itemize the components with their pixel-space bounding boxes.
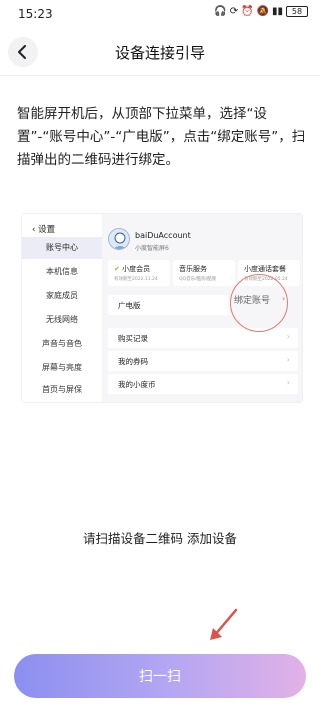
account-name: baiDuAccount [135, 231, 191, 240]
scan-hint: 请扫描设备二维码 添加设备 [83, 531, 237, 546]
page-title: 设备连接引导 [114, 44, 205, 62]
illustration-sidebar-item: 首页与屏保 [42, 385, 82, 394]
instructions-text: 智能屏开机后，从顶部下拉菜单，选择“设置”-“账号中心”-“广电版”，点击“绑定… [17, 106, 306, 168]
vip-check-icon: ✔ [114, 265, 120, 273]
bind-account-label: 绑定账号 [234, 296, 271, 306]
illustration-sidebar: ‹ 设置 账号中心 本机信息 家庭成员 无线网络 声音与音色 屏幕与亮度 首页与… [22, 214, 102, 402]
silent-icon: 🔕 [256, 6, 269, 17]
avatar [108, 228, 130, 250]
row-label: 购买记录 [118, 334, 148, 343]
alarm-icon: ⏰ [241, 6, 254, 17]
nav-bar: 设备连接引导 [0, 28, 320, 76]
illustration-sidebar-item: 账号中心 [22, 237, 102, 259]
row-label: 广电版 [118, 301, 141, 310]
sync-icon: ⟳ [229, 6, 239, 17]
illustration-sidebar-item: 本机信息 [46, 267, 78, 276]
illustration-row: 广电版 [108, 295, 228, 315]
status-time: 15:23 [18, 7, 53, 21]
chevron-right-icon: › [286, 355, 290, 364]
pointer-arrow-icon [210, 608, 238, 640]
status-bar: 15:23 🎧 ⟳ ⏰ 🔕 ▮▮ 58 [0, 0, 320, 28]
illustration-sidebar-item: 家庭成员 [46, 291, 78, 300]
signal-icon: ▮▮ [271, 6, 283, 17]
scan-button-label: 扫一扫 [139, 669, 181, 685]
illustration-back-label: 设置 [38, 225, 56, 235]
illustration-card-vip: ✔ 小度会员 有效期至2022.11.24 [108, 260, 170, 286]
card-sub: QQ音乐/酷狗/酷我 [179, 277, 217, 282]
card-title: ✔ 小度会员 [114, 264, 150, 274]
scan-button[interactable]: 扫一扫 [14, 654, 306, 698]
card-title: 音乐服务 [179, 265, 207, 273]
illustration-row: 我的券码 › [108, 351, 298, 371]
headphones-icon: 🎧 [214, 6, 227, 17]
settings-illustration: ‹ 设置 账号中心 本机信息 家庭成员 无线网络 声音与音色 屏幕与亮度 首页与… [22, 214, 302, 402]
card-sub: 有效期至2022.11.24 [114, 277, 158, 282]
chevron-right-icon: › [282, 294, 286, 303]
illustration-back: ‹ 设置 [32, 223, 55, 235]
chevron-right-icon: › [286, 378, 290, 387]
card-title-text: 小度会员 [122, 265, 151, 273]
battery-icon: 58 [286, 6, 308, 17]
illustration-sidebar-item: 无线网络 [46, 315, 78, 324]
row-label: 我的小度币 [118, 380, 156, 389]
card-title: 小度通话套餐 [244, 265, 286, 273]
illustration-sidebar-item: 声音与音色 [42, 339, 82, 348]
illustration-row: 我的小度币 › [108, 374, 298, 394]
illustration-row: 购买记录 › [108, 328, 298, 348]
chevron-right-icon: › [286, 332, 290, 341]
device-name: 小度智能屏6 [135, 245, 169, 252]
status-icons: 🎧 ⟳ ⏰ 🔕 ▮▮ 58 [214, 6, 308, 17]
illustration-card-music: 音乐服务 QQ音乐/酷狗/酷我 [173, 260, 235, 286]
row-label: 我的券码 [118, 357, 148, 366]
illustration-sidebar-item: 屏幕与亮度 [42, 363, 82, 372]
